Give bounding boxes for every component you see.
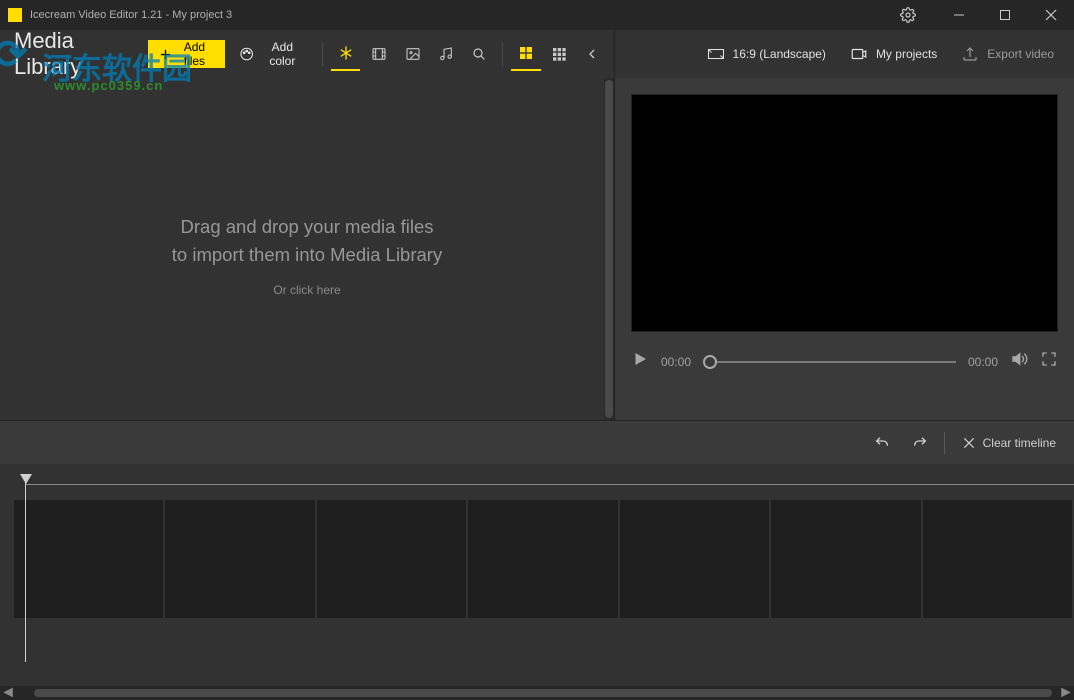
titlebar: Icecream Video Editor 1.21 - My project … xyxy=(0,0,1074,30)
view-large-grid-button[interactable] xyxy=(511,37,540,71)
aspect-icon xyxy=(707,45,725,63)
media-dropzone[interactable]: Drag and drop your media files to import… xyxy=(0,78,614,420)
dropzone-text-1: Drag and drop your media files xyxy=(181,213,434,241)
minimize-button[interactable] xyxy=(936,0,982,30)
projects-icon xyxy=(850,45,868,63)
volume-icon xyxy=(1010,350,1028,368)
clip-slot[interactable] xyxy=(620,500,769,618)
x-icon xyxy=(961,435,977,451)
film-icon xyxy=(371,46,387,62)
time-current: 00:00 xyxy=(661,355,691,369)
filter-all-tab[interactable] xyxy=(331,37,360,71)
timeline-h-scrollbar[interactable]: ◄ ► xyxy=(0,686,1074,700)
settings-button[interactable] xyxy=(888,0,928,30)
aspect-ratio-label: 16:9 (Landscape) xyxy=(733,47,826,61)
clip-slot[interactable] xyxy=(165,500,314,618)
library-scrollbar[interactable] xyxy=(604,78,614,420)
add-files-button[interactable]: ＋ Add files xyxy=(148,40,226,68)
grid-large-icon xyxy=(518,45,534,61)
undo-button[interactable] xyxy=(868,431,896,455)
undo-icon xyxy=(874,435,890,451)
fullscreen-icon xyxy=(1040,350,1058,368)
export-label: Export video xyxy=(987,47,1054,61)
timeline-area: ◄ ► xyxy=(0,464,1074,700)
preview-toolbar: 16:9 (Landscape) My projects Export vide… xyxy=(615,30,1074,78)
library-toolbar: Media Library ＋ Add files Add color xyxy=(0,30,614,78)
preview-pane: 16:9 (Landscape) My projects Export vide… xyxy=(614,30,1074,420)
close-button[interactable] xyxy=(1028,0,1074,30)
player-controls: 00:00 00:00 xyxy=(615,332,1074,385)
dropzone-text-2: to import them into Media Library xyxy=(172,241,442,269)
grid-small-icon xyxy=(551,46,567,62)
playhead-handle[interactable] xyxy=(20,474,32,484)
volume-button[interactable] xyxy=(1010,350,1028,373)
clip-slot[interactable] xyxy=(317,500,466,618)
h-scroll-thumb[interactable] xyxy=(34,689,1052,697)
scroll-left-arrow[interactable]: ◄ xyxy=(0,686,16,700)
scroll-right-arrow[interactable]: ► xyxy=(1058,686,1074,700)
music-icon xyxy=(438,46,454,62)
minimize-icon xyxy=(953,9,965,21)
clip-slot[interactable] xyxy=(771,500,920,618)
clip-slot[interactable] xyxy=(468,500,617,618)
clear-timeline-button[interactable]: Clear timeline xyxy=(955,431,1062,455)
timeline-tracks[interactable] xyxy=(14,500,1074,620)
export-video-button[interactable]: Export video xyxy=(951,37,1064,71)
scrollbar-thumb[interactable] xyxy=(605,80,613,418)
maximize-icon xyxy=(999,9,1011,21)
time-total: 00:00 xyxy=(968,355,998,369)
search-icon xyxy=(471,46,487,62)
clear-timeline-label: Clear timeline xyxy=(983,436,1056,450)
play-icon xyxy=(631,350,649,368)
add-color-label: Add color xyxy=(261,40,304,68)
fullscreen-button[interactable] xyxy=(1040,350,1058,373)
redo-button[interactable] xyxy=(906,431,934,455)
seek-bar[interactable] xyxy=(703,361,956,363)
add-files-label: Add files xyxy=(176,40,214,68)
media-library-pane: ⟳ 河东软件园 www.pc0359.cn Media Library ＋ Ad… xyxy=(0,30,614,420)
view-small-grid-button[interactable] xyxy=(545,37,574,71)
clip-slot[interactable] xyxy=(923,500,1072,618)
export-icon xyxy=(961,45,979,63)
add-color-button[interactable]: Add color xyxy=(229,37,314,71)
aspect-ratio-button[interactable]: 16:9 (Landscape) xyxy=(697,37,836,71)
collapse-button[interactable] xyxy=(578,37,606,71)
timeline-ruler[interactable] xyxy=(14,474,1074,494)
filter-video-tab[interactable] xyxy=(364,37,393,71)
image-icon xyxy=(405,46,421,62)
search-button[interactable] xyxy=(465,37,494,71)
close-icon xyxy=(1045,9,1057,21)
redo-icon xyxy=(912,435,928,451)
play-button[interactable] xyxy=(631,350,649,373)
timeline-header: Clear timeline xyxy=(0,420,1074,464)
filter-image-tab[interactable] xyxy=(398,37,427,71)
seek-knob[interactable] xyxy=(703,355,717,369)
dropzone-click-here[interactable]: Or click here xyxy=(273,283,340,297)
my-projects-label: My projects xyxy=(876,47,937,61)
app-icon xyxy=(8,8,22,22)
library-title: Media Library xyxy=(14,28,130,80)
clip-slot[interactable] xyxy=(14,500,163,618)
palette-icon xyxy=(239,45,254,63)
maximize-button[interactable] xyxy=(982,0,1028,30)
window-title: Icecream Video Editor 1.21 - My project … xyxy=(30,9,888,21)
my-projects-button[interactable]: My projects xyxy=(840,37,947,71)
asterisk-icon xyxy=(338,45,354,61)
gear-icon xyxy=(900,7,916,23)
filter-audio-tab[interactable] xyxy=(431,37,460,71)
video-preview xyxy=(631,94,1058,332)
playhead-line xyxy=(25,482,26,662)
chevron-left-icon xyxy=(584,46,600,62)
